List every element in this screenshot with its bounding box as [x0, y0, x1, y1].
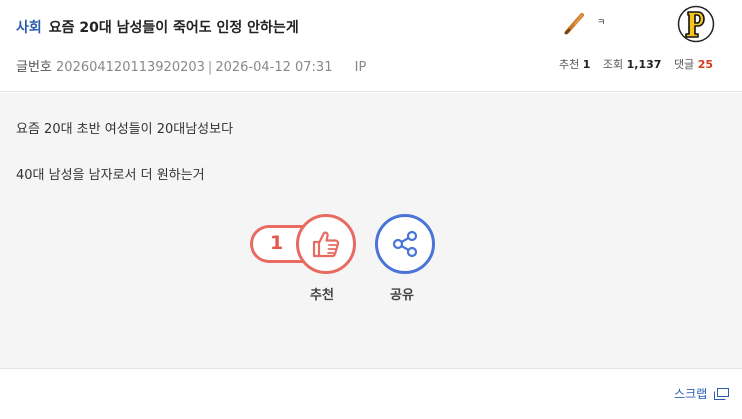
comments-stat-count[interactable]: 25: [698, 58, 713, 71]
post-datetime: 2026-04-12 07:31: [215, 60, 333, 75]
post-category[interactable]: 사회: [16, 20, 42, 36]
recommend-stat-label: 추천: [558, 58, 580, 71]
thumbs-up-icon: [312, 231, 340, 258]
post-stats: 추천 1 조회 1,137 댓글 25: [559, 56, 713, 72]
baseball-bat-icon: [564, 13, 584, 35]
post-body-line: 요즘 20대 초반 여성들이 20대남성보다: [16, 122, 234, 137]
scrap-label: 스크랩: [674, 387, 708, 401]
post-title: 요즘 20대 남성들이 죽어도 인정 안하는게: [48, 20, 299, 36]
recommend-label: 추천: [310, 288, 334, 303]
post-meta: 글번호 20260412011392020​3 | 2026-04-12 07:31…: [16, 56, 366, 75]
scrap-button[interactable]: 스크랩: [674, 385, 729, 402]
post-title-row: 사회 요즘 20대 남성들이 죽어도 인정 안하는게: [16, 17, 299, 37]
meta-divider: |: [207, 60, 213, 75]
share-label: 공유: [390, 288, 414, 303]
recommend-count: 1: [270, 232, 284, 254]
window-icon: [714, 388, 729, 400]
post-body: 요즘 20대 초반 여성들이 20대남성보다 40대 남성을 남자로서 더 원하…: [0, 93, 742, 368]
post-header: 사회 요즘 20대 남성들이 죽어도 인정 안하는게 ㅋ 글번호 20260412…: [0, 0, 742, 92]
post-ip: IP: [354, 60, 367, 75]
share-button[interactable]: [375, 214, 435, 274]
post-number: 20260412011392020​3: [56, 60, 205, 75]
recommend-stat-count: 1: [582, 58, 591, 71]
pirates-logo-icon[interactable]: [677, 5, 715, 43]
views-stat-label: 조회: [602, 58, 624, 71]
share-icon: [392, 230, 418, 258]
comments-stat-label[interactable]: 댓글: [674, 58, 694, 71]
author-name[interactable]: ㅋ: [597, 15, 605, 28]
recommend-button[interactable]: [296, 214, 356, 274]
post-body-line: 40대 남성을 남자로서 더 원하는거: [16, 168, 205, 183]
post-footer: 스크랩: [0, 368, 742, 419]
views-stat-count: 1,137: [626, 58, 662, 71]
post-number-label: 글번호: [16, 60, 52, 75]
